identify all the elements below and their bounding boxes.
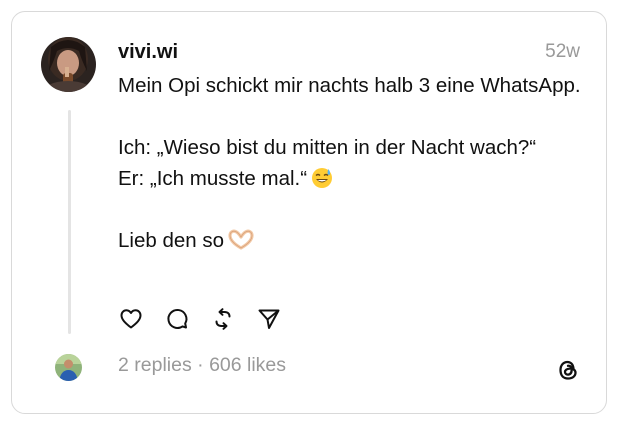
like-button[interactable] — [118, 306, 144, 332]
post-actions — [118, 305, 302, 333]
post-line: Mein Opi schickt mir nachts halb 3 eine … — [118, 74, 581, 97]
speech-bubble-icon — [167, 308, 188, 329]
sweat-smile-emoji-icon — [312, 168, 333, 188]
reply-button[interactable] — [164, 306, 190, 332]
likes-count[interactable]: 606 likes — [209, 354, 286, 376]
author-avatar[interactable] — [41, 37, 96, 92]
share-button[interactable] — [256, 306, 282, 332]
post-stats: 2 replies · 606 likes — [118, 352, 286, 378]
thread-connector-line — [68, 110, 71, 334]
author-username[interactable]: vivi.wi — [118, 39, 178, 65]
post-card: vivi.wi 52w Mein Opi schickt mir nachts … — [11, 11, 607, 414]
threads-logo-glyph — [559, 360, 577, 380]
post-line-with-emoji: Lieb den so — [118, 225, 588, 256]
threads-logo-icon[interactable] — [554, 356, 582, 384]
send-icon — [258, 309, 280, 329]
post-line: Ich: „Wieso bist du mitten in der Nacht … — [118, 136, 537, 159]
heart-hands-emoji-icon — [228, 229, 254, 250]
avatar-image — [41, 37, 96, 92]
post-text: Mein Opi schickt mir nachts halb 3 eine … — [118, 70, 588, 256]
replies-count[interactable]: 2 replies — [118, 354, 192, 376]
post-line-text: Er: „Ich musste mal.“ — [118, 167, 308, 190]
repost-icon — [215, 308, 231, 330]
post-line-text: Lieb den so — [118, 229, 225, 252]
heart-icon — [120, 309, 142, 329]
post-line-with-emoji: Er: „Ich musste mal.“ — [118, 163, 588, 194]
post-timestamp[interactable]: 52w — [545, 40, 580, 64]
replier-avatar-image — [55, 354, 82, 381]
replier-avatar[interactable] — [55, 354, 82, 381]
repost-button[interactable] — [210, 306, 236, 332]
stats-separator: · — [191, 354, 210, 376]
